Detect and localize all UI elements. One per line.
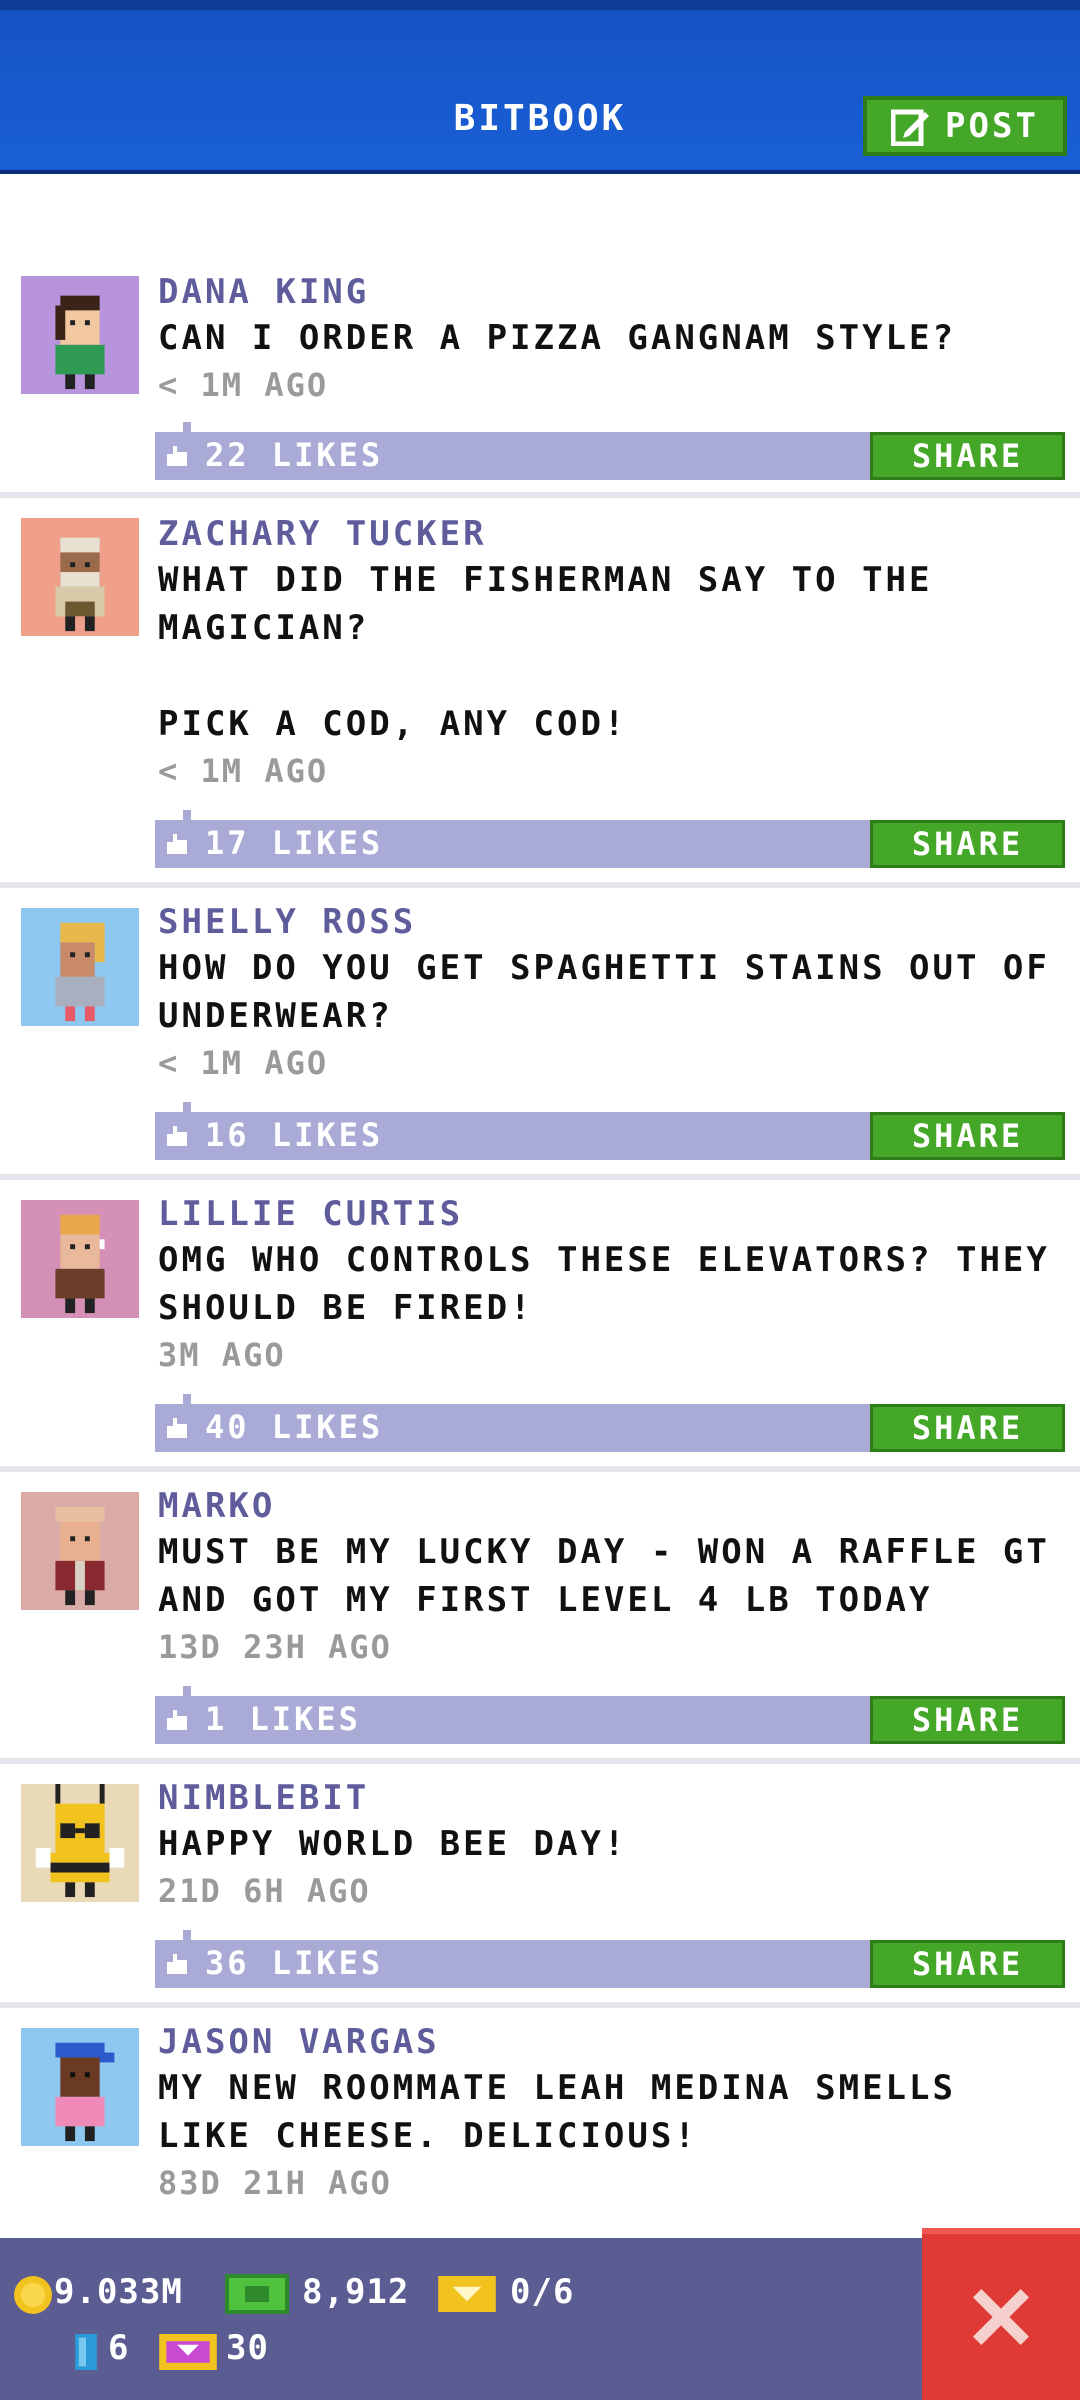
list-item: MARKO MUST BE MY LUCKY DAY - WON A RAFFL… [0,1484,1080,1764]
status-bar: 9.033M 8,912 0/6 6 30 [0,2238,1080,2400]
like-icon[interactable] [165,446,189,466]
post-author[interactable]: SHELLY ROSS [158,902,416,942]
post-button[interactable]: POST [863,96,1067,156]
list-item: LILLIE CURTIS OMG WHO CONTROLS THESE ELE… [0,1192,1080,1472]
like-icon[interactable] [165,1954,189,1974]
avatar[interactable] [21,518,139,636]
share-button[interactable]: SHARE [870,1940,1065,1988]
bux-icon [225,2274,289,2314]
likes-bar: 1 LIKES SHARE [155,1686,1065,1744]
close-icon [973,2289,1029,2345]
post-time: < 1M AGO [158,1044,329,1082]
likes-bar: 22 LIKES SHARE [155,422,1065,480]
avatar-image [21,1200,139,1318]
vip-icon [159,2334,217,2370]
post-text: OMG WHO CONTROLS THESE ELEVATORS? THEY S… [158,1240,1074,1328]
list-item: SHELLY ROSS HOW DO YOU GET SPAGHETTI STA… [0,900,1080,1180]
likes-count: 16 LIKES [205,1116,384,1154]
avatar[interactable] [21,276,139,394]
share-button[interactable]: SHARE [870,432,1065,480]
likes-count: 17 LIKES [205,824,384,862]
share-button[interactable]: SHARE [870,820,1065,868]
likes-count: 36 LIKES [205,1944,384,1982]
post-text: MY NEW ROOMMATE LEAH MEDINA SMELLS LIKE … [158,2068,980,2156]
likes-bar: 16 LIKES SHARE [155,1102,1065,1160]
like-icon[interactable] [165,1126,189,1146]
tickets-count: 0/6 [510,2272,575,2312]
like-icon[interactable] [165,1418,189,1438]
key-icon [75,2334,97,2370]
post-author[interactable]: NIMBLEBIT [158,1778,369,1818]
list-item: NIMBLEBIT HAPPY WORLD BEE DAY! 21D 6H AG… [0,1776,1080,2008]
likes-bar: 17 LIKES SHARE [155,810,1065,868]
post-time: < 1M AGO [158,366,329,404]
share-button[interactable]: SHARE [870,1112,1065,1160]
avatar[interactable] [21,1784,139,1902]
post-author[interactable]: ZACHARY TUCKER [158,514,487,554]
vip-count: 30 [226,2328,269,2368]
avatar[interactable] [21,908,139,1026]
post-time: 21D 6H AGO [158,1872,371,1910]
post-author[interactable]: JASON VARGAS [158,2022,440,2062]
post-text: HAPPY WORLD BEE DAY! [158,1824,628,1864]
likes-bar: 40 LIKES SHARE [155,1394,1065,1452]
close-button[interactable] [922,2228,1080,2400]
avatar-image [21,908,139,1026]
keys-count: 6 [108,2328,130,2368]
compose-icon [891,109,930,146]
post-time: < 1M AGO [158,752,329,790]
likes-count: 1 LIKES [205,1700,361,1738]
coin-icon [14,2276,52,2314]
post-text: HOW DO YOU GET SPAGHETTI STAINS OUT OF U… [158,948,1074,1036]
post-time: 3M AGO [158,1336,286,1374]
post-time: 13D 23H AGO [158,1628,392,1666]
list-item: JASON VARGAS MY NEW ROOMMATE LEAH MEDINA… [0,2020,1080,2238]
like-icon[interactable] [165,1710,189,1730]
ticket-icon [438,2276,496,2312]
post-button-label: POST [945,106,1039,146]
share-button[interactable]: SHARE [870,1696,1065,1744]
coins-count: 9.033M [54,2272,183,2312]
avatar-image [21,518,139,636]
likes-count: 22 LIKES [205,436,384,474]
avatar-image [21,276,139,394]
avatar-image [21,1492,139,1610]
likes-count: 40 LIKES [205,1408,384,1446]
post-text: CAN I ORDER A PIZZA GANGNAM STYLE? [158,318,956,358]
avatar-image [21,2028,139,2146]
share-button[interactable]: SHARE [870,1404,1065,1452]
avatar[interactable] [21,1492,139,1610]
avatar-image [21,1784,139,1902]
avatar[interactable] [21,1200,139,1318]
list-item: ZACHARY TUCKER WHAT DID THE FISHERMAN SA… [0,510,1080,888]
likes-bar: 36 LIKES SHARE [155,1930,1065,1988]
post-text: MUST BE MY LUCKY DAY - WON A RAFFLE GT A… [158,1532,1074,1620]
like-icon[interactable] [165,834,189,854]
post-text: WHAT DID THE FISHERMAN SAY TO THE MAGICI… [158,560,933,744]
post-author[interactable]: MARKO [158,1486,275,1526]
post-author[interactable]: LILLIE CURTIS [158,1194,463,1234]
post-time: 83D 21H AGO [158,2164,392,2202]
avatar[interactable] [21,2028,139,2146]
list-item: DANA KING CAN I ORDER A PIZZA GANGNAM ST… [0,270,1080,498]
feed-list[interactable]: DANA KING CAN I ORDER A PIZZA GANGNAM ST… [0,170,1080,2238]
post-author[interactable]: DANA KING [158,272,369,312]
bux-count: 8,912 [302,2272,410,2312]
app-header: BITBOOK POST [0,0,1080,174]
